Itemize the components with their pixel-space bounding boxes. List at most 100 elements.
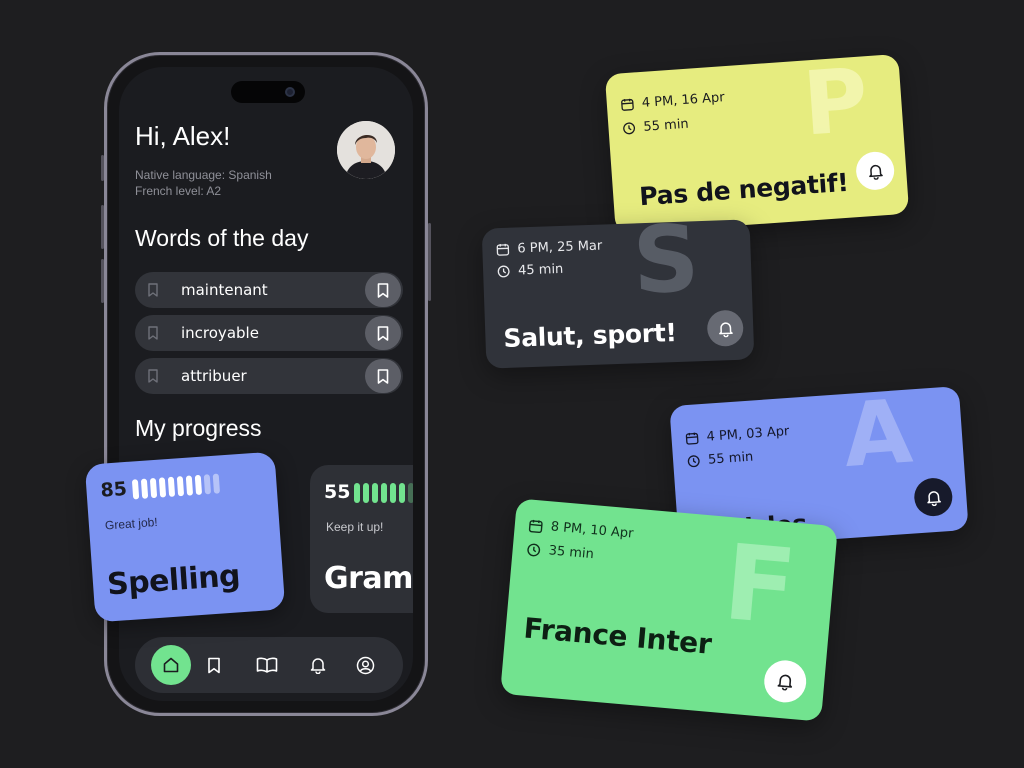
bookmark-icon: [143, 366, 163, 386]
lesson-date-text: 6 PM, 25 Mar: [517, 238, 603, 257]
bell-icon: [777, 674, 793, 691]
bottom-nav: [135, 637, 403, 693]
progress-segment: [131, 479, 140, 500]
lesson-title: Pas de negatif!: [638, 167, 850, 212]
bookmark-icon: [143, 280, 163, 300]
lesson-letter-graphic: P: [799, 53, 872, 156]
avatar[interactable]: [337, 121, 395, 179]
progress-segment: [354, 483, 360, 503]
save-word-button[interactable]: [365, 316, 401, 350]
bell-icon: [310, 658, 326, 674]
bookmark-icon: [377, 368, 389, 384]
progress-card-grammar[interactable]: 55 Keep it up! Gramm: [310, 465, 413, 613]
word-row[interactable]: incroyable: [135, 315, 403, 351]
lesson-title: France Inter: [522, 611, 713, 661]
lesson-duration-text: 45 min: [517, 261, 564, 279]
bell-icon: [868, 164, 883, 180]
nav-notifications-button[interactable]: [298, 645, 338, 685]
clock-icon: [623, 122, 636, 135]
progress-card-spelling[interactable]: 85 Great job! Spelling: [84, 451, 286, 623]
progress-segment: [203, 474, 212, 495]
lesson-letter-graphic: S: [630, 219, 701, 315]
phone-side-button: [428, 223, 431, 301]
lesson-card[interactable]: P 4 PM, 16 Apr 55 min Pas de negatif!: [604, 53, 910, 235]
save-word-button[interactable]: [365, 359, 401, 393]
lesson-reminder-button[interactable]: [706, 309, 744, 347]
calendar-icon: [528, 519, 543, 533]
bookmark-icon: [143, 323, 163, 343]
lesson-letter-graphic: F: [719, 520, 801, 649]
camera-icon: [285, 87, 295, 97]
lesson-date-text: 4 PM, 03 Apr: [706, 424, 790, 445]
progress-bars: [131, 473, 221, 500]
progress-segment: [140, 478, 149, 499]
lesson-date: 4 PM, 03 Apr: [685, 424, 790, 446]
bookmark-icon: [377, 325, 389, 341]
profile-icon: [356, 656, 374, 674]
lesson-title: Salut, sport!: [502, 317, 678, 354]
lesson-duration-text: 55 min: [707, 449, 754, 468]
clock-icon: [527, 543, 541, 556]
lesson-reminder-button[interactable]: [762, 658, 808, 705]
bell-icon: [926, 490, 941, 506]
progress-title: My progress: [135, 415, 262, 441]
progress-score: 55: [324, 481, 351, 503]
calendar-icon: [496, 243, 510, 256]
progress-segment: [185, 475, 194, 496]
progress-segment: [176, 476, 185, 497]
lesson-date: 4 PM, 16 Apr: [620, 90, 725, 112]
lesson-card[interactable]: F 8 PM, 10 Apr 35 min France Inter: [500, 498, 838, 722]
phone-side-button: [101, 259, 104, 303]
nav-library-button[interactable]: [247, 645, 287, 685]
book-icon: [256, 657, 278, 673]
nav-profile-button[interactable]: [345, 645, 385, 685]
dynamic-island: [231, 81, 305, 103]
progress-segment: [158, 477, 167, 498]
french-level-text: French level: A2: [135, 184, 222, 198]
home-icon: [163, 657, 179, 673]
progress-label: Spelling: [105, 558, 242, 603]
clock-icon: [687, 455, 700, 468]
lesson-card[interactable]: S 6 PM, 25 Mar 45 min Salut, sport!: [481, 219, 755, 369]
calendar-icon: [685, 432, 699, 445]
progress-segment: [167, 476, 176, 498]
word-row[interactable]: attribuer: [135, 358, 403, 394]
bookmark-icon: [377, 282, 389, 298]
word-text: maintenant: [181, 281, 268, 299]
lesson-duration: 55 min: [687, 450, 754, 470]
lesson-reminder-button[interactable]: [913, 476, 954, 518]
lesson-date: 8 PM, 10 Apr: [528, 517, 635, 542]
progress-segment: [149, 477, 158, 499]
word-row[interactable]: maintenant: [135, 272, 403, 308]
progress-note: Keep it up!: [326, 520, 384, 534]
progress-segment: [390, 483, 396, 503]
phone-side-button: [101, 205, 104, 249]
progress-score: 85: [99, 477, 128, 502]
progress-segment: [363, 483, 369, 503]
progress-segment: [399, 483, 405, 503]
progress-segment: [372, 483, 378, 503]
nav-home-button[interactable]: [151, 645, 191, 685]
clock-icon: [497, 265, 510, 278]
lesson-duration: 35 min: [526, 541, 594, 562]
lesson-duration-text: 35 min: [548, 543, 595, 563]
lesson-duration: 45 min: [497, 262, 564, 279]
word-text: attribuer: [181, 367, 247, 385]
lesson-letter-graphic: A: [840, 386, 916, 488]
words-of-day-title: Words of the day: [135, 225, 309, 251]
progress-segment: [212, 473, 221, 494]
progress-note: Great job!: [104, 514, 159, 533]
progress-bars: [354, 483, 413, 503]
save-word-button[interactable]: [365, 273, 401, 307]
word-text: incroyable: [181, 324, 259, 342]
lesson-date: 6 PM, 25 Mar: [496, 238, 603, 258]
lesson-duration: 55 min: [622, 117, 689, 137]
phone-side-button: [101, 155, 104, 181]
native-language-text: Native language: Spanish: [135, 168, 272, 182]
bell-icon: [718, 321, 733, 337]
lesson-reminder-button[interactable]: [854, 150, 896, 192]
nav-bookmarks-button[interactable]: [194, 645, 234, 685]
progress-segment: [408, 483, 413, 503]
lesson-date-text: 8 PM, 10 Apr: [550, 519, 635, 542]
lesson-date-text: 4 PM, 16 Apr: [641, 90, 726, 111]
